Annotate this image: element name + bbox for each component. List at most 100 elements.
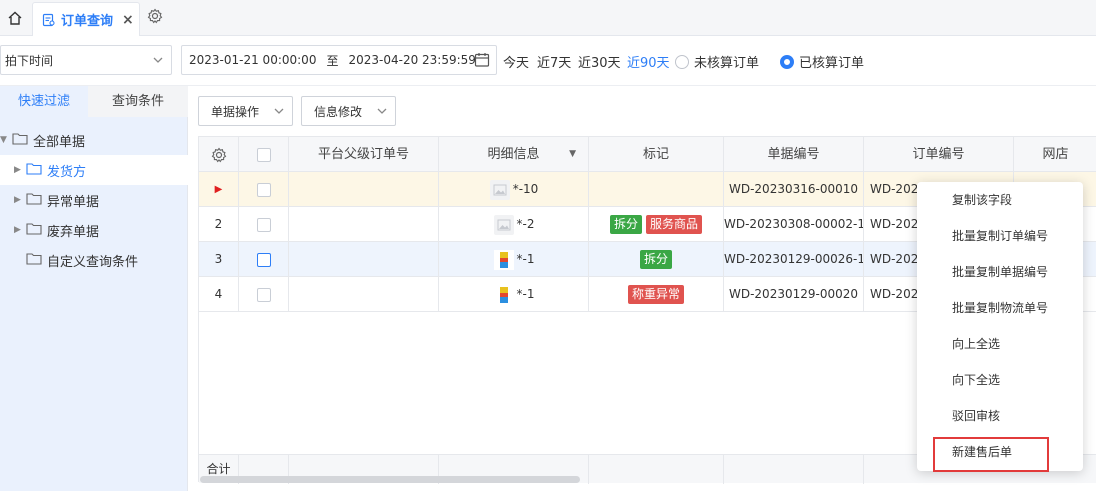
- caret-right-icon[interactable]: ▶: [14, 225, 26, 235]
- tree-item-shipper[interactable]: ▶ 发货方: [0, 155, 188, 185]
- image-placeholder-icon: [493, 214, 515, 236]
- column-header: 明细信息: [487, 147, 540, 162]
- column-header[interactable]: 网店: [1014, 137, 1096, 172]
- doc-number-cell[interactable]: WD-20230308-00002-1: [724, 207, 864, 242]
- caret-right-icon[interactable]: ▶: [14, 195, 26, 205]
- doc-operations-button[interactable]: 单据操作: [198, 96, 293, 126]
- quick-range-7days[interactable]: 近7天: [537, 52, 571, 71]
- caret-right-icon[interactable]: ▶: [14, 165, 26, 175]
- sidebar: 快速过滤 查询条件 ▼ 全部单据 ▶ 发货方 ▶ 异常单据 ▶ 废弃单据 自定义…: [0, 86, 188, 491]
- quick-range-today[interactable]: 今天: [503, 52, 529, 71]
- folder-icon: [26, 222, 42, 239]
- chevron-down-icon: [376, 105, 388, 120]
- platform-parent-order-cell[interactable]: [289, 277, 439, 312]
- radio-unaudited-label: 未核算订单: [694, 56, 760, 71]
- column-header[interactable]: 订单编号: [864, 137, 1014, 172]
- tab-query-conditions[interactable]: 查询条件: [88, 86, 188, 117]
- tab-quick-filter[interactable]: 快速过滤: [0, 86, 88, 117]
- platform-parent-order-cell[interactable]: [289, 242, 439, 277]
- date-start: 2023-01-21 00:00:00: [189, 53, 317, 67]
- info-edit-button[interactable]: 信息修改: [301, 96, 396, 126]
- doc-number-cell[interactable]: WD-20230129-00020: [724, 277, 864, 312]
- column-header[interactable]: 单据编号: [724, 137, 864, 172]
- select-all-checkbox[interactable]: [239, 137, 289, 172]
- doc-number-cell[interactable]: WD-20230316-00010: [724, 172, 864, 207]
- tab-label: 订单查询: [61, 14, 114, 29]
- tree-label: 全部单据: [33, 134, 86, 150]
- footer-cell: [724, 455, 864, 484]
- tree-label: 发货方: [47, 164, 87, 180]
- detail-cell[interactable]: *-1: [439, 277, 589, 312]
- menu-item-copy-field[interactable]: 复制该字段: [917, 182, 1083, 218]
- tree-label: 废弃单据: [47, 224, 100, 240]
- doc-operations-label: 单据操作: [211, 104, 260, 119]
- footer-cell: [589, 455, 724, 484]
- mark-cell[interactable]: 拆分 服务商品: [589, 207, 724, 242]
- row-index: 2: [199, 207, 239, 242]
- mark-cell[interactable]: 称重异常: [589, 277, 724, 312]
- tree-item-custom-query[interactable]: 自定义查询条件: [0, 245, 188, 275]
- menu-item-select-all-up[interactable]: 向上全选: [917, 326, 1083, 362]
- mark-cell[interactable]: 拆分: [589, 242, 724, 277]
- status-badge: 拆分: [609, 215, 642, 234]
- platform-parent-order-cell[interactable]: [289, 207, 439, 242]
- column-header[interactable]: 平台父级订单号: [289, 137, 439, 172]
- tree-label: 异常单据: [47, 194, 100, 210]
- mark-cell[interactable]: [589, 172, 724, 207]
- detail-cell[interactable]: *-1: [439, 242, 589, 277]
- radio-unaudited[interactable]: 未核算订单: [675, 52, 759, 71]
- doc-number-cell[interactable]: WD-20230129-00026-1: [724, 242, 864, 277]
- date-end: 2023-04-20 23:59:59: [348, 53, 476, 67]
- status-badge: 称重异常: [627, 285, 684, 304]
- product-thumbnail: [493, 249, 515, 271]
- sort-caret-icon[interactable]: ▼: [569, 137, 576, 172]
- tree-item-abnormal-docs[interactable]: ▶ 异常单据: [0, 185, 188, 215]
- current-row-indicator: ▶: [199, 172, 239, 207]
- status-badge: 服务商品: [646, 215, 703, 234]
- row-checkbox[interactable]: [256, 182, 271, 197]
- menu-item-batch-copy-order-no[interactable]: 批量复制订单编号: [917, 218, 1083, 254]
- row-checkbox[interactable]: [256, 252, 271, 267]
- folder-icon: [26, 162, 42, 179]
- detail-cell[interactable]: *-2: [439, 207, 589, 242]
- chevron-down-icon: [152, 54, 164, 69]
- product-thumbnail: [493, 284, 515, 306]
- column-settings-icon[interactable]: [199, 137, 239, 172]
- tab-order-query[interactable]: 订单查询 ×: [32, 2, 140, 36]
- column-header[interactable]: 标记: [589, 137, 724, 172]
- menu-item-reject-audit[interactable]: 驳回审核: [917, 398, 1083, 434]
- row-checkbox[interactable]: [256, 287, 271, 302]
- image-placeholder-icon: [489, 179, 511, 201]
- menu-item-batch-copy-tracking-no[interactable]: 批量复制物流单号: [917, 290, 1083, 326]
- menu-item-select-all-down[interactable]: 向下全选: [917, 362, 1083, 398]
- row-checkbox-cell[interactable]: [239, 242, 289, 277]
- highlight-box: [933, 437, 1049, 472]
- menu-item-batch-copy-doc-no[interactable]: 批量复制单据编号: [917, 254, 1083, 290]
- caret-down-icon[interactable]: ▼: [0, 135, 12, 145]
- row-checkbox-cell[interactable]: [239, 277, 289, 312]
- column-header-detail[interactable]: 明细信息 ▼: [439, 137, 589, 172]
- time-field-select[interactable]: 拍下时间: [0, 45, 172, 75]
- horizontal-scrollbar[interactable]: [200, 476, 580, 483]
- home-icon[interactable]: [0, 0, 30, 36]
- quick-range-90days[interactable]: 近90天: [627, 52, 670, 71]
- close-icon[interactable]: ×: [122, 12, 134, 28]
- row-checkbox-cell[interactable]: [239, 172, 289, 207]
- tree-item-discarded-docs[interactable]: ▶ 废弃单据: [0, 215, 188, 245]
- tree-item-all-docs[interactable]: ▼ 全部单据: [0, 125, 188, 155]
- detail-cell[interactable]: *-10: [439, 172, 589, 207]
- quick-range-30days[interactable]: 近30天: [578, 52, 621, 71]
- context-menu: 复制该字段 批量复制订单编号 批量复制单据编号 批量复制物流单号 向上全选 向下…: [917, 182, 1083, 471]
- calendar-icon[interactable]: [474, 52, 490, 71]
- date-range-picker[interactable]: 2023-01-21 00:00:00 至 2023-04-20 23:59:5…: [181, 45, 497, 75]
- platform-parent-order-cell[interactable]: [289, 172, 439, 207]
- checkbox[interactable]: [256, 147, 271, 162]
- radio-unaudited-dot: [675, 54, 689, 69]
- gear-icon[interactable]: [147, 8, 165, 26]
- row-checkbox[interactable]: [256, 217, 271, 232]
- radio-audited[interactable]: 已核算订单: [780, 52, 864, 71]
- radio-audited-label: 已核算订单: [799, 56, 865, 71]
- detail-text: *-1: [516, 287, 535, 301]
- row-checkbox-cell[interactable]: [239, 207, 289, 242]
- folder-icon: [26, 252, 42, 269]
